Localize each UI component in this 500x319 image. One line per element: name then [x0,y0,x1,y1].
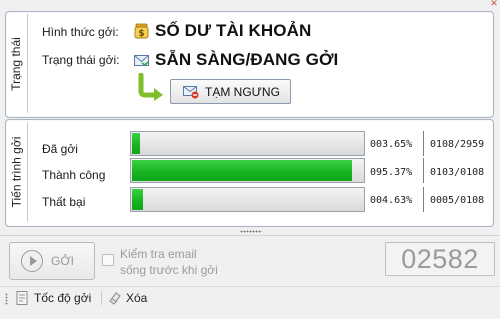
pause-button[interactable]: TẠM NGƯNG [170,79,291,104]
verify-email-checkbox[interactable] [102,254,114,266]
speed-button[interactable]: Tốc độ gởi [14,289,91,307]
delete-label: Xóa [126,291,148,305]
coin-jar-icon: $ [133,22,150,39]
verify-email-label-line2: sống trước khi gởi [120,263,218,277]
send-button-label: GỞI [51,254,74,268]
mode-value: SỐ DƯ TÀI KHOẢN [155,21,312,40]
progress-count-success: 0103/0108 [430,167,485,178]
status-group-divider [27,14,28,113]
mode-label: Hình thức gởi: [42,25,119,39]
progress-group-divider [27,122,28,222]
progress-count-sent: 0108/2959 [430,139,485,150]
state-label: Trạng thái gởi: [42,53,120,67]
play-icon [21,250,43,272]
progress-bar-failed [130,187,365,212]
status-group-label: Trạng thái [9,36,23,91]
progress-percent-failed: 004.63% [370,195,413,206]
progress-label-sent: Đã gởi [42,142,78,156]
send-button[interactable]: GỞI [9,242,95,280]
verify-email-label: Kiểm tra email sống trước khi gởi [120,246,218,278]
progress-separator [423,158,424,183]
svg-text:$: $ [138,29,144,39]
progress-count-failed: 0005/0108 [430,195,485,206]
progress-bar-sent [130,131,365,156]
progress-group-label-box: Tiến trình gởi [5,119,27,225]
panel-splitter[interactable] [240,230,262,233]
progress-separator [423,131,424,156]
progress-group-label: Tiến trình gởi [9,136,24,208]
verify-email-label-line1: Kiểm tra email [120,247,197,261]
window-close-icon[interactable]: ✕ [486,0,500,8]
progress-separator [423,187,424,212]
splitter-line [0,235,500,236]
speed-label: Tốc độ gởi [34,291,92,305]
progress-fill-failed [132,189,143,210]
progress-fill-success [132,160,352,181]
toolbar-grip[interactable] [5,293,8,305]
mail-stop-icon [183,85,199,99]
progress-label-success: Thành công [42,168,106,182]
eraser-icon [107,290,123,306]
toolbar-separator [101,291,102,305]
pause-button-label: TẠM NGƯNG [205,84,280,99]
speed-icon [14,290,30,306]
progress-percent-sent: 003.65% [370,139,413,150]
remaining-counter: 02582 [385,242,495,276]
envelope-icon [133,52,150,69]
delete-button[interactable]: Xóa [107,289,147,307]
progress-percent-success: 095.37% [370,167,413,178]
progress-fill-sent [132,133,140,154]
state-value: SẴN SÀNG/ĐANG GỞI [155,50,339,69]
progress-label-failed: Thất bại [42,195,86,209]
green-arrow-icon [136,72,166,101]
status-group-label-box: Trạng thái [5,11,27,116]
progress-bar-success [130,158,365,183]
